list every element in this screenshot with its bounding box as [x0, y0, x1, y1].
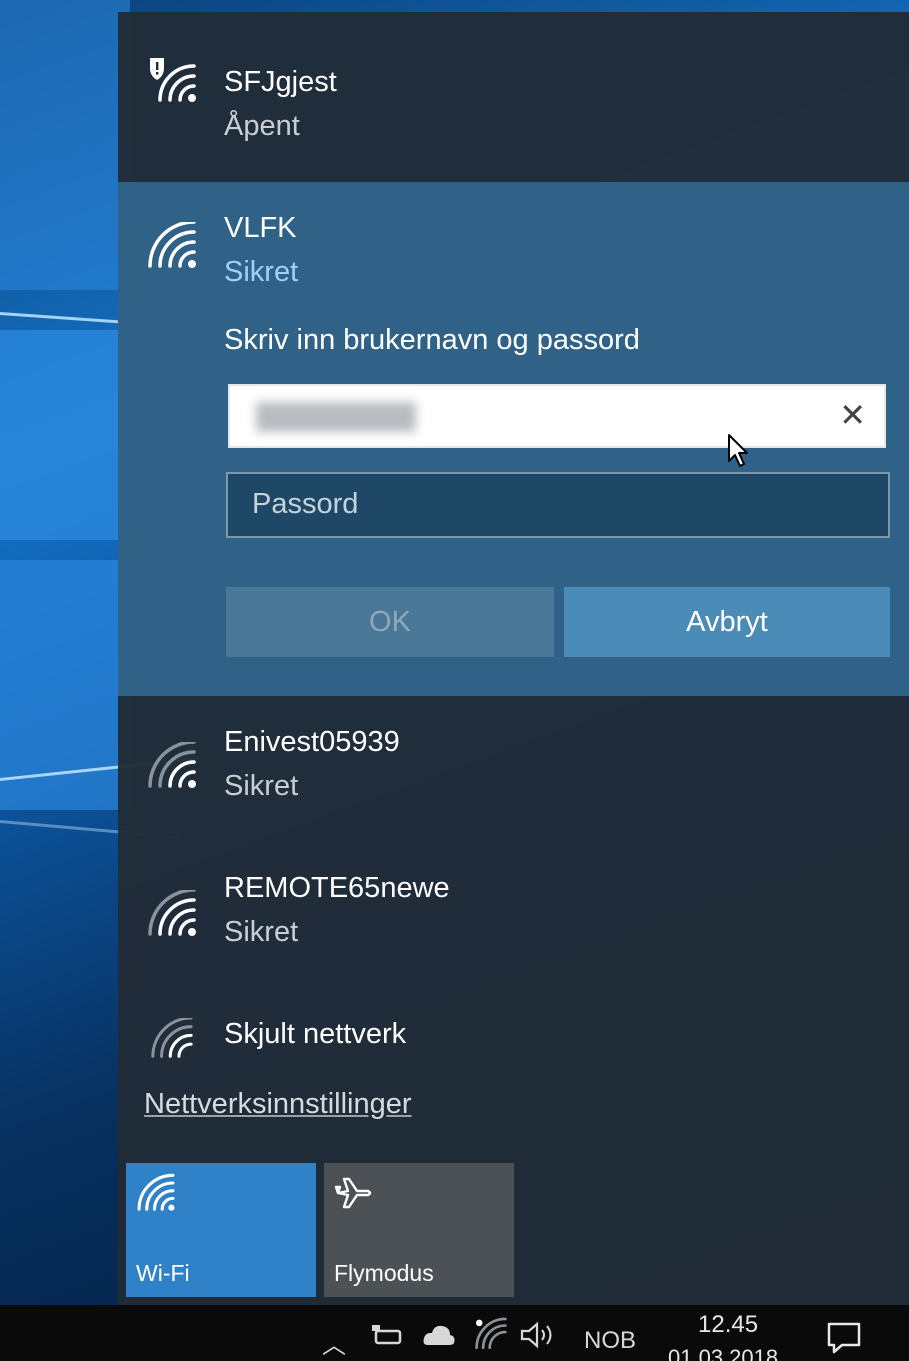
network-item-vlfk[interactable]: VLFK Sikret Skriv inn brukernavn og pass…: [118, 182, 909, 696]
desktop-window-pane: [0, 0, 130, 290]
ok-button[interactable]: OK: [226, 587, 554, 657]
username-value-redacted: [256, 402, 416, 432]
taskbar: ︿ NOB 12.45 01.03.2018: [0, 1305, 909, 1361]
airplane-mode-tile[interactable]: Flymodus: [324, 1163, 514, 1297]
wifi-shield-icon: [150, 58, 196, 102]
cancel-button[interactable]: Avbryt: [564, 587, 890, 657]
network-item-enivest05939[interactable]: Enivest05939 Sikret: [118, 712, 909, 852]
network-settings-link[interactable]: Nettverksinnstillinger: [144, 1088, 412, 1121]
password-field[interactable]: Passord: [226, 472, 890, 538]
tile-label: Flymodus: [334, 1260, 434, 1286]
show-hidden-icons-chevron-icon[interactable]: ︿: [322, 1325, 346, 1360]
network-name: Enivest05939: [224, 726, 400, 758]
action-center-icon[interactable]: [826, 1321, 862, 1355]
wifi-icon: [148, 742, 196, 788]
power-plug-icon[interactable]: [370, 1323, 404, 1347]
network-name: VLFK: [224, 212, 297, 244]
network-status: Åpent: [224, 110, 300, 142]
network-item-remote65newe[interactable]: REMOTE65newe Sikret: [118, 858, 909, 998]
network-flyout: SFJgjest Åpent VLFK Sikret Skriv inn bru…: [118, 12, 909, 1305]
clear-icon[interactable]: ✕: [839, 396, 866, 434]
network-status: Sikret: [224, 770, 299, 802]
network-item-sfjgjest[interactable]: SFJgjest Åpent: [118, 12, 909, 182]
network-name: REMOTE65newe: [224, 872, 450, 904]
volume-icon[interactable]: [520, 1321, 560, 1349]
username-field[interactable]: ✕: [228, 384, 886, 448]
tile-label: Wi-Fi: [136, 1260, 190, 1286]
wifi-toggle-tile[interactable]: Wi-Fi: [126, 1163, 316, 1297]
airplane-icon: [334, 1177, 372, 1209]
network-name: Skjult nettverk: [224, 1018, 407, 1050]
wifi-weak-icon: [151, 1018, 193, 1058]
credentials-prompt: Skriv inn brukernavn og passord: [224, 324, 640, 356]
wifi-icon: [148, 222, 196, 268]
clock-date[interactable]: 01.03.2018: [668, 1345, 778, 1361]
wifi-icon: [148, 890, 196, 936]
desktop-window-pane: [0, 330, 130, 540]
network-name: SFJgjest: [224, 66, 337, 98]
wifi-status-icon[interactable]: [474, 1317, 508, 1351]
password-placeholder: Passord: [252, 488, 359, 520]
network-item-hidden[interactable]: Skjult nettverk: [118, 1006, 909, 1076]
language-indicator[interactable]: NOB: [584, 1327, 636, 1355]
clock-time[interactable]: 12.45: [698, 1311, 758, 1339]
network-status: Sikret: [224, 916, 299, 948]
wifi-icon: [137, 1173, 175, 1211]
network-status: Sikret: [224, 256, 299, 288]
mouse-cursor-icon: [728, 434, 748, 467]
cloud-icon[interactable]: [422, 1321, 456, 1349]
